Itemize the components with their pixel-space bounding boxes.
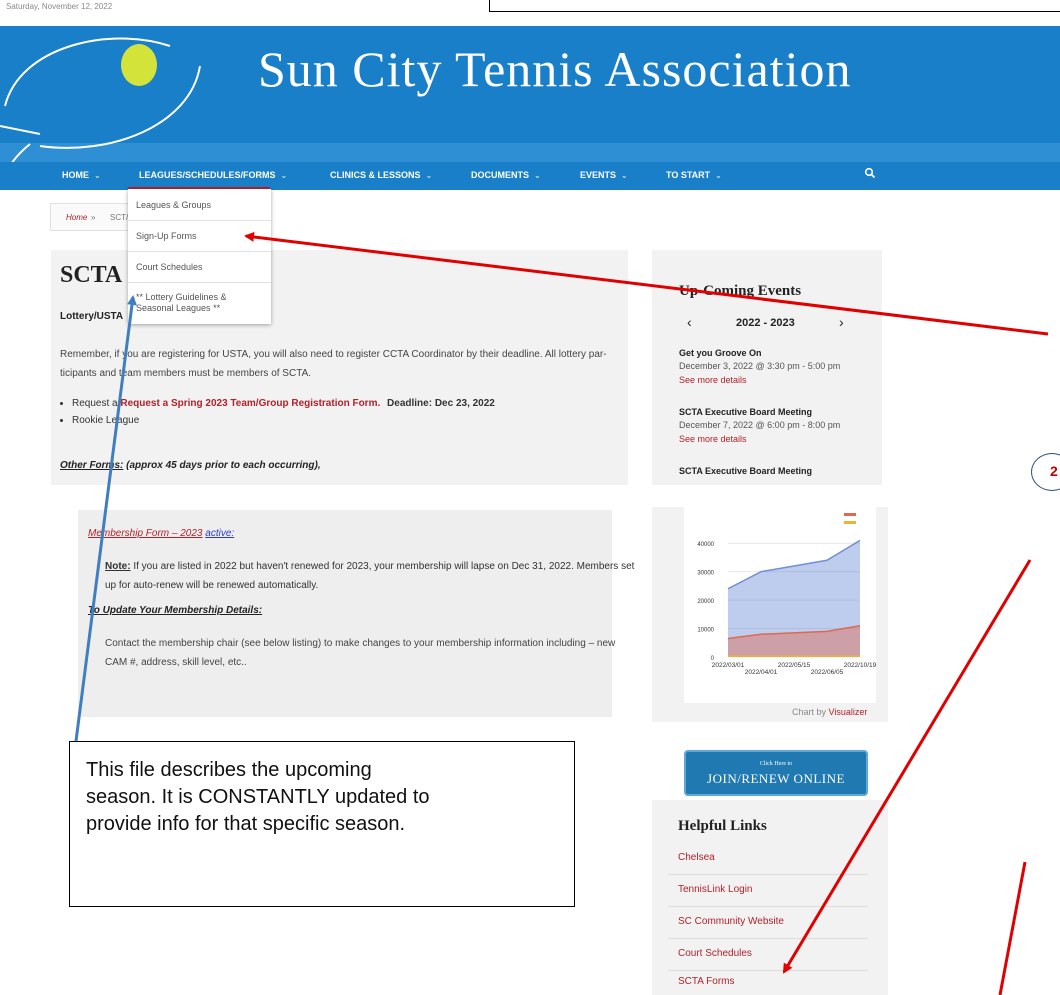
- arrow-to-lottery-guidelines: [74, 295, 137, 742]
- arrow-to-sign-up-forms: [244, 232, 1049, 336]
- annotation-arrows: [74, 232, 1049, 995]
- arrow-segment: [998, 861, 1027, 995]
- arrow-to-scta-forms: [782, 559, 1032, 974]
